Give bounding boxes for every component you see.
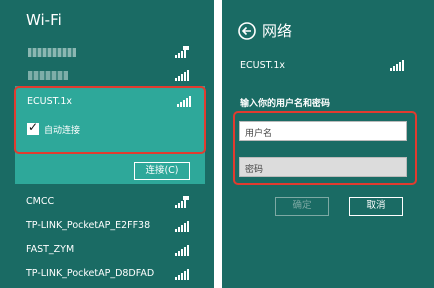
network-item-tplink-d8dfad[interactable]: TP-LINK_PocketAP_D8DFAD bbox=[0, 262, 214, 288]
network-item-tplink-e2ff38[interactable]: TP-LINK_PocketAP_E2FF38 bbox=[0, 214, 214, 240]
network-login-panel: 网络 ECUST.1x 输入你的用户名和密码 用户名 密码 确定 取消 bbox=[222, 0, 434, 288]
highlight-box bbox=[233, 111, 417, 185]
wifi-signal-icon bbox=[175, 70, 189, 81]
back-arrow-icon[interactable] bbox=[238, 22, 256, 40]
ok-button[interactable]: 确定 bbox=[275, 197, 329, 216]
network-name: CMCC bbox=[26, 196, 55, 207]
credentials-prompt: 输入你的用户名和密码 bbox=[240, 99, 331, 109]
wifi-panel: Wi-Fi ECUST.1x ✓ 自动连接 连接(C) CMCC TP-LINK… bbox=[0, 0, 214, 288]
network-name: TP-LINK_PocketAP_D8DFAD bbox=[26, 268, 155, 279]
blurred-network-name bbox=[28, 71, 68, 80]
wifi-title: Wi-Fi bbox=[26, 11, 62, 29]
network-name: TP-LINK_PocketAP_E2FF38 bbox=[26, 220, 151, 231]
wifi-signal-icon bbox=[175, 245, 189, 256]
network-name: FAST_ZYM bbox=[26, 244, 75, 255]
wifi-signal-icon bbox=[175, 221, 189, 232]
highlight-box bbox=[14, 86, 206, 154]
page-title: 网络 bbox=[262, 22, 293, 40]
network-item-fast-zym[interactable]: FAST_ZYM bbox=[0, 238, 214, 264]
wifi-signal-secured-icon bbox=[175, 196, 189, 208]
network-name: ECUST.1x bbox=[240, 60, 285, 71]
connect-button[interactable]: 连接(C) bbox=[134, 162, 190, 180]
wifi-signal-icon bbox=[390, 60, 404, 71]
blurred-network-name bbox=[28, 48, 76, 57]
wifi-signal-icon bbox=[175, 269, 189, 280]
wifi-signal-secured-icon bbox=[175, 46, 189, 58]
cancel-button[interactable]: 取消 bbox=[349, 197, 403, 216]
network-item-cmcc[interactable]: CMCC bbox=[0, 190, 214, 216]
